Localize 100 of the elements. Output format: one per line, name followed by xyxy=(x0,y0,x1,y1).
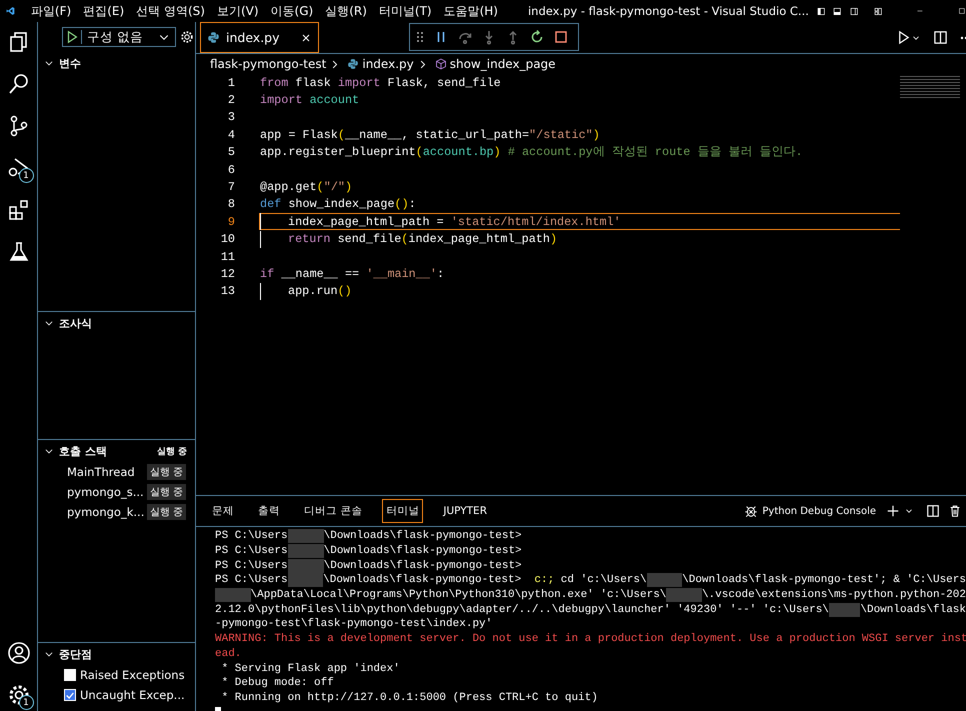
thread-item[interactable]: MainThread xyxy=(67,465,147,479)
terminal-text: * Serving Flask app 'index' xyxy=(220,662,400,675)
redacted-block xyxy=(288,529,324,544)
notification-badge: 1 xyxy=(18,168,34,183)
window-title: index.py - flask-pymongo-test - Visual Studio C... xyxy=(528,4,809,18)
breadcrumb-item[interactable]: index.py xyxy=(362,57,414,71)
terminal-text: 2.12.0\pythonFiles\lib\python\debugpy\adapter/../..\debugpy\launcher' '49230' '--' 'c:\Users\ xyxy=(215,604,829,616)
code-line: index_page_html_path = 'static/html/index.html' xyxy=(288,214,621,229)
python-file-icon xyxy=(347,58,360,70)
search-icon[interactable] xyxy=(6,72,30,96)
menu-item[interactable]: 터미널(T) xyxy=(372,2,438,20)
account-icon[interactable] xyxy=(6,641,30,665)
trash-icon[interactable] xyxy=(948,504,962,518)
breadcrumb-item[interactable]: flask-pymongo-test xyxy=(210,57,326,71)
section-header[interactable]: 중단점 xyxy=(59,646,195,662)
line-number: 1 xyxy=(226,76,235,90)
terminal-text: PS C:\Users xyxy=(215,545,288,558)
redacted-block xyxy=(288,544,324,558)
panel-tab[interactable]: JUPYTER xyxy=(439,500,491,522)
line-number: 2 xyxy=(226,93,235,108)
terminal-text: \Downloads\flask-pymongo-test'; & 'C:\Users xyxy=(682,574,966,586)
drag-handle-icon[interactable] xyxy=(416,31,424,43)
line-number: 12 xyxy=(220,266,235,281)
line-number: 3 xyxy=(226,110,235,124)
settings-icon[interactable] xyxy=(6,683,30,707)
line-number: 8 xyxy=(226,197,235,212)
section-header[interactable]: 호출 스택 xyxy=(59,444,157,458)
menu-item[interactable]: 편집(E) xyxy=(77,2,130,20)
editor-tab[interactable]: index.py xyxy=(200,22,319,53)
terminal-text: -pymongo-test\flask-pymongo-test\index.py' xyxy=(215,618,492,630)
menu-item[interactable]: 파일(F) xyxy=(24,2,78,20)
code-line: app.register_blueprint(account.bp) # account.py에 작성된 route 들을 불러 들인다. xyxy=(260,144,803,160)
line-number: 5 xyxy=(226,145,235,160)
terminal-text: \AppData\Local\Programs\Python\Python310\python.exe' 'c:\Users\ xyxy=(250,589,666,602)
checkbox[interactable] xyxy=(64,669,76,681)
terminal-text: \.vscode\extensions\ms-python.python-202 xyxy=(702,589,966,602)
checkbox[interactable] xyxy=(64,689,76,701)
breadcrumb-item[interactable]: show_index_page xyxy=(450,57,556,71)
settings-icon[interactable] xyxy=(180,30,194,44)
terminal-text: WARNING: This is a development server. Do not use it in a production deployment. Use a production WSGI server inst xyxy=(215,633,966,646)
terminal-text: * Debug mode: off xyxy=(220,677,334,690)
terminal-selector[interactable]: Python Debug Console xyxy=(762,506,876,516)
terminal-text: \Downloads\flask-pymongo-test> xyxy=(324,560,522,572)
panel-tab[interactable]: 문제 xyxy=(208,499,238,523)
code-line: def show_index_page(): xyxy=(260,197,416,212)
line-number: 7 xyxy=(226,180,235,194)
terminal-text: \Downloads\flask-pymongo-test> xyxy=(324,545,522,558)
extensions-icon[interactable] xyxy=(6,198,30,222)
panel-tab[interactable]: 출력 xyxy=(254,499,284,523)
run-configuration-dropdown[interactable]: 구성 없음 xyxy=(62,27,176,47)
breakpoint-label: Raised Exceptions xyxy=(80,668,185,682)
stop-icon[interactable] xyxy=(553,29,569,45)
close-icon[interactable] xyxy=(300,32,312,44)
notification-badge: 1 xyxy=(18,695,34,710)
terminal-cursor xyxy=(215,707,221,711)
redacted-block xyxy=(828,602,860,617)
redacted-block xyxy=(215,588,251,602)
terminal-text: \Downloads\flask-pymongo-test> xyxy=(324,530,522,542)
status-badge: 실행 중 xyxy=(146,484,186,500)
thread-item[interactable]: pymongo_k... xyxy=(67,505,147,519)
code-line: app.run() xyxy=(288,284,352,298)
run-icon[interactable] xyxy=(896,30,911,45)
split-terminal-icon[interactable] xyxy=(926,504,940,518)
panel-tab[interactable]: 터미널 xyxy=(382,499,424,523)
code-line: app = Flask(__name__, static_url_path="/static") xyxy=(260,128,600,142)
terminal-text: PS C:\Users xyxy=(215,530,288,542)
flask-icon[interactable] xyxy=(6,240,30,264)
terminal-text: c:; xyxy=(534,574,554,586)
terminal-text: * Running on http://127.0.0.1:5000 (Press CTRL+C to quit) xyxy=(220,692,598,704)
terminal-text: \Downloads\flask xyxy=(860,604,966,616)
redacted-block xyxy=(646,573,682,588)
section-header[interactable]: 변수 xyxy=(59,56,195,70)
section-header[interactable]: 조사식 xyxy=(59,316,195,330)
status-badge: 실행 중 xyxy=(146,504,186,520)
plus-icon[interactable] xyxy=(886,504,900,518)
menu-item[interactable]: 보기(V) xyxy=(210,2,265,20)
restart-icon[interactable] xyxy=(529,29,545,45)
code-line: import account xyxy=(260,93,360,108)
panel-tab[interactable]: 디버그 콘솔 xyxy=(300,499,366,523)
terminal-text: cd 'c:\Users\ xyxy=(560,574,647,586)
debug-bug-icon xyxy=(744,504,758,518)
code-line: if __name__ == '__main__': xyxy=(260,266,444,281)
code-line: return send_file(index_page_html_path) xyxy=(288,232,558,246)
status-label: 실행 중 xyxy=(156,446,187,458)
menu-item[interactable]: 이동(G) xyxy=(264,2,320,20)
split-editor-icon[interactable] xyxy=(933,30,948,45)
line-number: 11 xyxy=(220,250,235,264)
line-number: 6 xyxy=(226,162,235,177)
menu-item[interactable]: 선택 영역(S) xyxy=(130,2,211,20)
indent-guide xyxy=(260,282,261,300)
thread-item[interactable]: pymongo_s... xyxy=(67,485,147,499)
line-number: 13 xyxy=(220,284,235,298)
terminal-text: ead. xyxy=(215,648,242,660)
redacted-block xyxy=(288,558,324,573)
code-line: from flask import Flask, send_file xyxy=(260,76,501,90)
menu-item[interactable]: 도움말(H) xyxy=(438,2,504,20)
menu-item[interactable]: 실행(R) xyxy=(319,2,373,20)
line-number: 9 xyxy=(226,214,235,229)
redacted-block xyxy=(666,588,702,602)
terminal-text: \Downloads\flask-pymongo-test> xyxy=(323,574,522,586)
